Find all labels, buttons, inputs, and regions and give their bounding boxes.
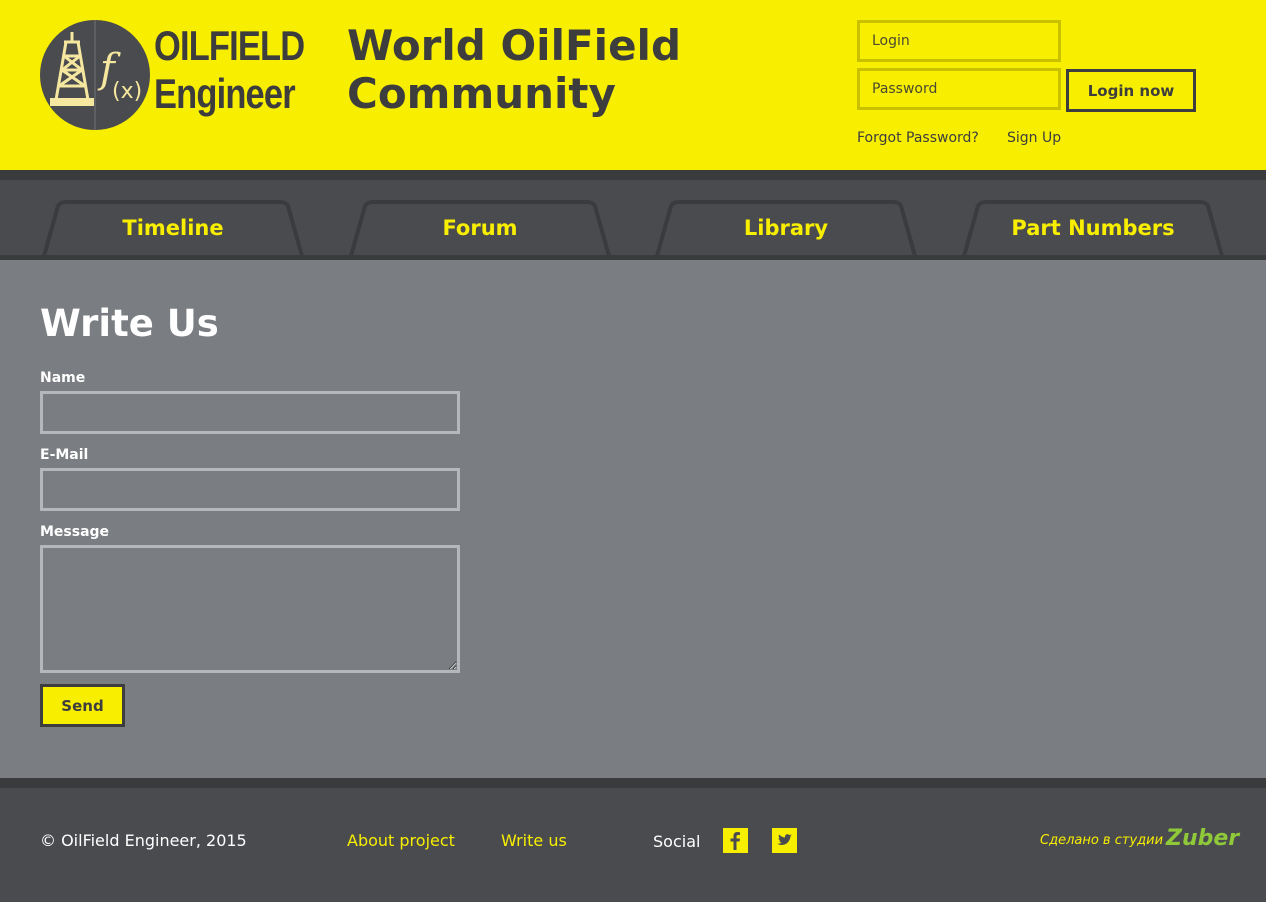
main-content: Write Us Name E-Mail Message Send [0,260,1266,778]
site-footer: © OilField Engineer, 2015 About project … [0,778,1266,902]
tab-library[interactable]: Library [655,200,917,256]
forgot-password-link[interactable]: Forgot Password? [857,130,979,146]
copyright-text: © OilField Engineer, 2015 [40,831,247,850]
facebook-glyph [730,832,740,850]
twitter-glyph [777,834,792,845]
page-title: Write Us [40,302,219,345]
sign-up-link[interactable]: Sign Up [1007,130,1061,146]
email-input[interactable] [40,468,460,511]
name-input[interactable] [40,391,460,434]
facebook-icon[interactable] [723,828,748,853]
logo-text-oilfield[interactable]: OILFIELD [154,24,305,68]
password-input[interactable] [857,68,1061,110]
email-label: E-Mail [40,447,89,463]
tab-timeline[interactable]: Timeline [42,200,304,256]
tab-label: Timeline [122,216,224,240]
footer-divider [0,778,1266,788]
site-title-line2: Community [347,69,616,118]
send-button[interactable]: Send [40,684,125,727]
about-project-link[interactable]: About project [347,831,455,850]
name-label: Name [40,370,86,386]
login-now-button[interactable]: Login now [1066,69,1196,112]
social-label: Social [653,832,701,851]
tab-part-numbers[interactable]: Part Numbers [962,200,1224,256]
main-nav: Timeline Forum Library Part Numbers [0,170,1266,260]
nav-top-divider [0,170,1266,180]
site-title-line1: World OilField [347,21,682,70]
studio-credit-text: Сделано в студии [1040,833,1164,848]
tab-label: Part Numbers [1011,216,1175,240]
twitter-icon[interactable] [772,828,797,853]
site-title: World OilField Community [347,22,681,118]
logo-text-engineer[interactable]: Engineer [154,72,296,116]
site-header: f (x) OILFIELD Engineer World OilField C… [0,0,1266,170]
studio-logo[interactable]: Zuber [1166,826,1239,851]
tab-label: Forum [442,216,518,240]
svg-text:(x): (x) [112,79,142,104]
write-us-link[interactable]: Write us [501,831,567,850]
login-input[interactable] [857,20,1061,62]
oil-derrick-icon: f (x) [50,20,142,130]
logo-icon[interactable]: f (x) [40,20,150,130]
message-label: Message [40,524,110,540]
tab-forum[interactable]: Forum [349,200,611,256]
tab-label: Library [743,216,829,240]
message-textarea[interactable] [40,545,460,673]
